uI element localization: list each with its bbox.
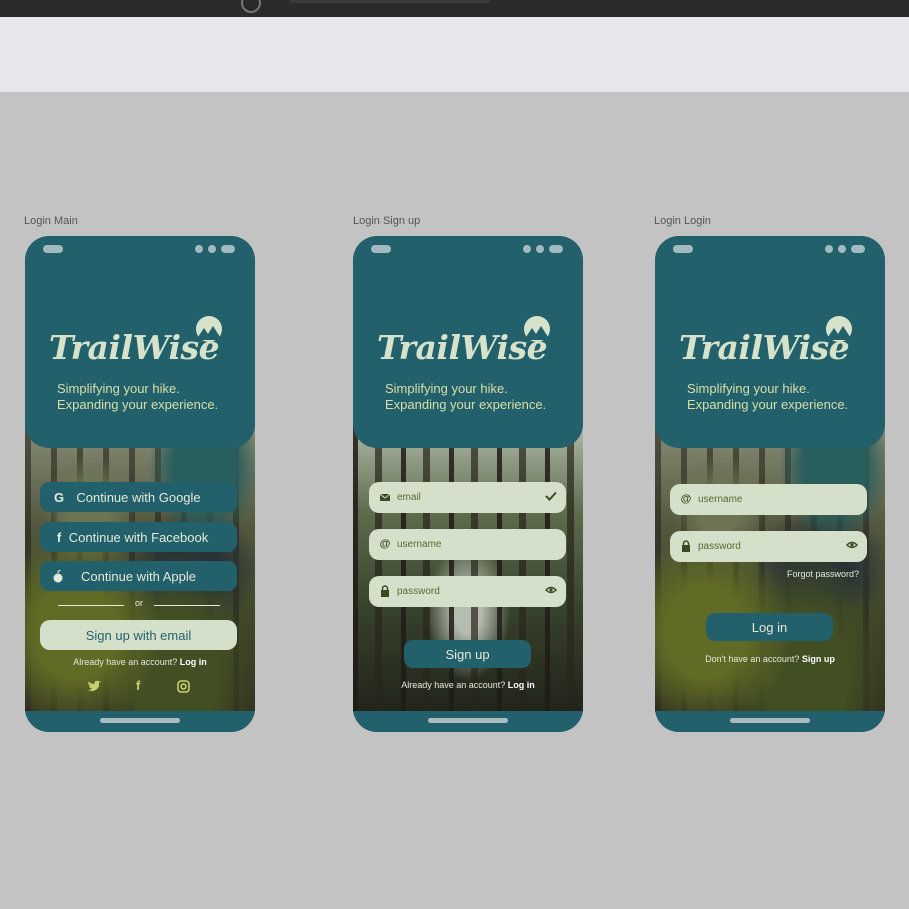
divider-left	[58, 605, 124, 606]
signup-button[interactable]: Sign up	[404, 640, 531, 668]
facebook-social-icon[interactable]: f	[136, 678, 140, 693]
signal-icon	[523, 245, 531, 253]
top-bar-text	[290, 0, 490, 3]
home-indicator	[428, 718, 508, 723]
username-placeholder: username	[397, 539, 442, 550]
frame-label-login-login[interactable]: Login Login	[654, 215, 711, 227]
signal-icon	[825, 245, 833, 253]
toolbar-band	[0, 17, 909, 92]
wifi-icon	[536, 245, 544, 253]
signup-link[interactable]: Sign up	[802, 654, 835, 664]
app-header: TrailWise Simplifying your hike. Expandi…	[655, 236, 885, 448]
app-footer	[655, 711, 885, 732]
tagline: Simplifying your hike. Expanding your ex…	[687, 381, 848, 413]
twitter-icon[interactable]	[87, 680, 102, 693]
login-button[interactable]: Log in	[706, 613, 833, 641]
login-link[interactable]: Log in	[180, 657, 207, 667]
continue-facebook-button[interactable]: f Continue with Facebook	[40, 522, 237, 552]
app-footer	[25, 711, 255, 732]
no-account-text: Don't have an account?	[705, 654, 800, 664]
frame-login-login: TrailWise Simplifying your hike. Expandi…	[655, 236, 885, 732]
login-link[interactable]: Log in	[508, 680, 535, 690]
app-header: TrailWise Simplifying your hike. Expandi…	[25, 236, 255, 448]
eye-icon[interactable]	[846, 539, 858, 551]
frame-label-login-signup[interactable]: Login Sign up	[353, 215, 420, 227]
mountain-sun-icon	[826, 316, 852, 342]
username-field[interactable]: @ username	[670, 484, 867, 515]
apple-icon	[53, 569, 63, 582]
home-indicator	[100, 718, 180, 723]
app-footer	[353, 711, 583, 732]
wifi-icon	[208, 245, 216, 253]
at-icon: @	[680, 493, 692, 505]
frame-login-signup: TrailWise Simplifying your hike. Expandi…	[353, 236, 583, 732]
avatar[interactable]	[241, 0, 261, 13]
at-icon: @	[379, 538, 391, 550]
mountain-sun-icon	[196, 316, 222, 342]
password-field[interactable]: password	[369, 576, 566, 607]
continue-apple-label: Continue with Apple	[81, 568, 196, 584]
lock-icon	[682, 540, 690, 552]
envelope-icon	[379, 493, 391, 501]
password-field[interactable]: password	[670, 531, 867, 562]
battery-icon	[221, 245, 235, 253]
have-account-text: Already have an account?	[401, 680, 506, 690]
have-account-text: Already have an account?	[73, 657, 178, 667]
battery-icon	[851, 245, 865, 253]
no-account-row: Don't have an account? Sign up	[655, 654, 885, 664]
have-account-row: Already have an account? Log in	[25, 657, 255, 667]
app-header: TrailWise Simplifying your hike. Expandi…	[353, 236, 583, 448]
status-bar-time	[43, 245, 63, 253]
tagline-line-1: Simplifying your hike.	[385, 381, 508, 396]
tagline-line-2: Expanding your experience.	[57, 397, 219, 412]
wifi-icon	[838, 245, 846, 253]
frame-login-main: TrailWise Simplifying your hike. Expandi…	[25, 236, 255, 732]
status-bar-time	[673, 245, 693, 253]
password-placeholder: password	[698, 541, 741, 552]
tagline-line-1: Simplifying your hike.	[57, 381, 180, 396]
battery-icon	[549, 245, 563, 253]
google-icon: G	[53, 489, 65, 505]
username-placeholder: username	[698, 494, 743, 505]
tagline-line-2: Expanding your experience.	[385, 397, 547, 412]
signal-icon	[195, 245, 203, 253]
password-placeholder: password	[397, 586, 440, 597]
app-top-bar	[0, 0, 909, 17]
mountain-sun-icon	[524, 316, 550, 342]
email-field[interactable]: email	[369, 482, 566, 513]
continue-facebook-label: Continue with Facebook	[68, 529, 209, 545]
lock-icon	[381, 585, 389, 597]
status-bar-time	[371, 245, 391, 253]
home-indicator	[730, 718, 810, 723]
facebook-icon: f	[56, 529, 62, 545]
tagline-line-2: Expanding your experience.	[687, 397, 849, 412]
divider-right	[154, 605, 220, 606]
signup-email-button[interactable]: Sign up with email	[40, 620, 237, 650]
tagline: Simplifying your hike. Expanding your ex…	[57, 381, 218, 413]
email-placeholder: email	[397, 492, 421, 503]
username-field[interactable]: @ username	[369, 529, 566, 560]
forest-photo	[353, 426, 583, 712]
continue-google-button[interactable]: G Continue with Google	[40, 482, 237, 512]
continue-apple-button[interactable]: Continue with Apple	[40, 561, 237, 591]
eye-icon[interactable]	[545, 584, 557, 596]
instagram-icon[interactable]	[177, 680, 190, 693]
tagline-line-1: Simplifying your hike.	[687, 381, 810, 396]
continue-google-label: Continue with Google	[76, 489, 201, 505]
have-account-row: Already have an account? Log in	[353, 680, 583, 690]
tagline: Simplifying your hike. Expanding your ex…	[385, 381, 546, 413]
or-separator: or	[134, 598, 143, 608]
check-icon	[545, 491, 557, 501]
forgot-password-link[interactable]: Forgot password?	[787, 569, 859, 579]
frame-label-login-main[interactable]: Login Main	[24, 215, 78, 227]
